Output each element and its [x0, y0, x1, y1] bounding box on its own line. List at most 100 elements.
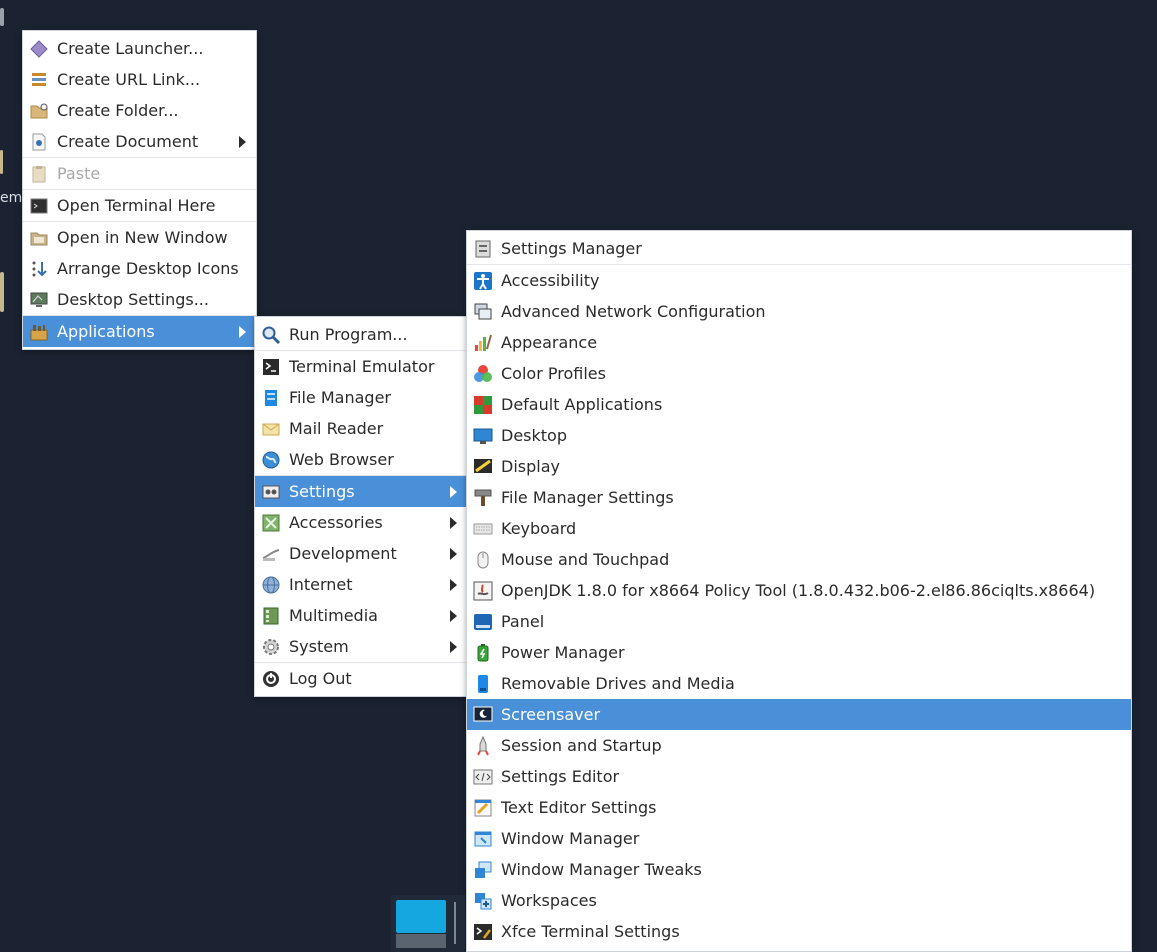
menu-item-appearance[interactable]: Appearance	[467, 327, 1131, 358]
menu-item-file-manager-settings[interactable]: File Manager Settings	[467, 482, 1131, 513]
menu-item-label: Accessibility	[501, 271, 600, 290]
submenu-arrow-icon	[450, 547, 457, 560]
menu-item-internet[interactable]: Internet	[255, 569, 467, 600]
menu-item-paste[interactable]: Paste	[23, 158, 256, 189]
menu-item-label: System	[289, 637, 349, 656]
menu-item-mail-reader[interactable]: Mail Reader	[255, 413, 467, 444]
network-icon	[473, 302, 493, 322]
menu-item-settings-editor[interactable]: Settings Editor	[467, 761, 1131, 792]
menu-item-web-browser[interactable]: Web Browser	[255, 444, 467, 475]
url-link-icon	[29, 70, 49, 90]
menu-item-text-editor-settings[interactable]: Text Editor Settings	[467, 792, 1131, 823]
menu-item-log-out[interactable]: Log Out	[255, 663, 467, 694]
menu-item-create-folder[interactable]: Create Folder...	[23, 95, 256, 126]
applications-icon	[29, 322, 49, 342]
menu-item-display[interactable]: Display	[467, 451, 1131, 482]
menu-item-color-profiles[interactable]: Color Profiles	[467, 358, 1131, 389]
power-manager-icon	[473, 643, 493, 663]
menu-item-removable-drives-and-media[interactable]: Removable Drives and Media	[467, 668, 1131, 699]
log-out-icon	[261, 669, 281, 689]
default-applications-icon	[473, 395, 493, 415]
menu-item-accessibility[interactable]: Accessibility	[467, 265, 1131, 296]
submenu-arrow-icon	[450, 609, 457, 622]
menu-item-label: Settings Manager	[501, 239, 642, 258]
menu-item-mouse-and-touchpad[interactable]: Mouse and Touchpad	[467, 544, 1131, 575]
menu-item-screensaver[interactable]: Screensaver	[467, 699, 1131, 730]
menu-item-label: Open Terminal Here	[57, 196, 216, 215]
menu-item-settings[interactable]: Settings	[255, 476, 467, 507]
menu-item-advanced-network-configuration[interactable]: Advanced Network Configuration	[467, 296, 1131, 327]
menu-item-label: File Manager	[289, 388, 391, 407]
menu-item-window-manager[interactable]: Window Manager	[467, 823, 1131, 854]
menu-item-session-and-startup[interactable]: Session and Startup	[467, 730, 1131, 761]
text-editor-icon	[473, 798, 493, 818]
show-desktop-icon-base	[396, 934, 446, 948]
desktop-settings-icon	[29, 290, 49, 310]
settings-submenu: Settings Manager Accessibility Advanced …	[466, 230, 1132, 952]
show-desktop-icon	[396, 900, 446, 933]
menu-item-desktop-settings[interactable]: Desktop Settings...	[23, 284, 256, 315]
submenu-arrow-icon	[450, 516, 457, 529]
menu-item-panel[interactable]: Panel	[467, 606, 1131, 637]
desktop-icon-partial-middle[interactable]	[0, 150, 3, 174]
file-manager-icon	[261, 388, 281, 408]
menu-item-system[interactable]: System	[255, 631, 467, 662]
taskbar-separator	[454, 902, 456, 944]
desktop-icon-partial-top[interactable]	[0, 8, 4, 26]
menu-item-open-in-new-window[interactable]: Open in New Window	[23, 222, 256, 253]
folder-icon	[29, 101, 49, 121]
menu-item-label: Paste	[57, 164, 101, 183]
menu-item-power-manager[interactable]: Power Manager	[467, 637, 1131, 668]
menu-item-settings-manager[interactable]: Settings Manager	[467, 233, 1131, 264]
menu-item-create-document[interactable]: Create Document	[23, 126, 256, 157]
submenu-arrow-icon	[239, 325, 246, 338]
accessibility-icon	[473, 271, 493, 291]
settings-icon	[261, 482, 281, 502]
menu-item-terminal-emulator[interactable]: Terminal Emulator	[255, 351, 467, 382]
run-program-icon	[261, 325, 281, 345]
desktop-icon-label-partial[interactable]: em	[0, 190, 22, 206]
menu-item-run-program[interactable]: Run Program...	[255, 319, 467, 350]
menu-item-label: Mail Reader	[289, 419, 384, 438]
menu-item-keyboard[interactable]: Keyboard	[467, 513, 1131, 544]
system-icon	[261, 637, 281, 657]
menu-item-xfce-terminal-settings[interactable]: Xfce Terminal Settings	[467, 916, 1131, 947]
menu-item-label: File Manager Settings	[501, 488, 674, 507]
document-icon	[29, 132, 49, 152]
menu-item-create-launcher[interactable]: Create Launcher...	[23, 33, 256, 64]
menu-item-label: Xfce Terminal Settings	[501, 922, 680, 941]
menu-item-label: Development	[289, 544, 397, 563]
menu-item-file-manager[interactable]: File Manager	[255, 382, 467, 413]
menu-item-label: Create Document	[57, 132, 199, 151]
menu-item-development[interactable]: Development	[255, 538, 467, 569]
menu-item-openjdk-policy-tool[interactable]: OpenJDK 1.8.0 for x8664 Policy Tool (1.8…	[467, 575, 1131, 606]
menu-item-label: Screensaver	[501, 705, 601, 724]
menu-item-applications[interactable]: Applications	[23, 316, 256, 347]
settings-manager-icon	[473, 239, 493, 259]
menu-item-label: Session and Startup	[501, 736, 662, 755]
settings-editor-icon	[473, 767, 493, 787]
menu-item-label: Keyboard	[501, 519, 577, 538]
panel-icon	[473, 612, 493, 632]
menu-item-label: Color Profiles	[501, 364, 606, 383]
menu-item-label: Accessories	[289, 513, 383, 532]
window-manager-tweaks-icon	[473, 860, 493, 880]
appearance-icon	[473, 333, 493, 353]
launcher-icon	[29, 39, 49, 59]
menu-item-window-manager-tweaks[interactable]: Window Manager Tweaks	[467, 854, 1131, 885]
menu-item-default-applications[interactable]: Default Applications	[467, 389, 1131, 420]
menu-item-arrange-desktop-icons[interactable]: Arrange Desktop Icons	[23, 253, 256, 284]
menu-item-desktop[interactable]: Desktop	[467, 420, 1131, 451]
menu-item-label: Window Manager Tweaks	[501, 860, 702, 879]
menu-item-create-url-link[interactable]: Create URL Link...	[23, 64, 256, 95]
desktop-icon-partial-bottom[interactable]	[0, 272, 4, 312]
menu-item-label: Create URL Link...	[57, 70, 201, 89]
menu-item-label: Multimedia	[289, 606, 378, 625]
menu-item-open-terminal-here[interactable]: Open Terminal Here	[23, 190, 256, 221]
menu-item-workspaces[interactable]: Workspaces	[467, 885, 1131, 916]
menu-item-label: Workspaces	[501, 891, 597, 910]
menu-item-accessories[interactable]: Accessories	[255, 507, 467, 538]
menu-item-multimedia[interactable]: Multimedia	[255, 600, 467, 631]
menu-item-label: Power Manager	[501, 643, 625, 662]
menu-item-label: Text Editor Settings	[501, 798, 657, 817]
